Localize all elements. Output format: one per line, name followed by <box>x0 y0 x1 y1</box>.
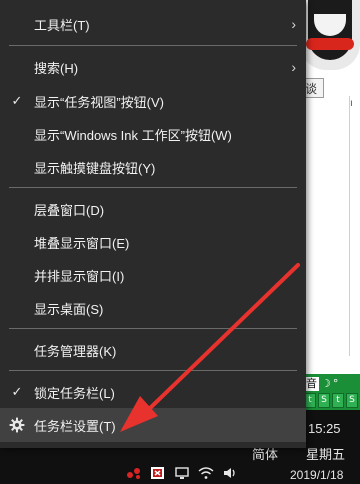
menu-separator <box>9 328 297 329</box>
menu-item-stack-windows[interactable]: 堆叠显示窗口(E) <box>0 225 306 259</box>
clock-time[interactable]: 15:25 <box>308 421 341 436</box>
penguin-scarf <box>306 38 354 50</box>
checkmark-icon: ✓ <box>11 384 23 399</box>
clock-date[interactable]: 2019/1/18 <box>290 468 343 482</box>
menu-item-label: 任务栏设置(T) <box>34 418 116 434</box>
menu-item-label: 显示“任务视图”按钮(V) <box>34 94 164 110</box>
display-icon[interactable] <box>174 466 190 480</box>
menu-item-label: 工具栏(T) <box>34 17 90 33</box>
ime-cell-moon[interactable]: ☽ <box>321 377 331 390</box>
menu-separator <box>9 45 297 46</box>
ime-cell-sound[interactable]: 音 <box>304 376 319 391</box>
gear-icon <box>9 417 25 433</box>
menu-item-toolbars[interactable]: 工具栏(T) › <box>0 7 306 41</box>
qq-penguin-avatar[interactable] <box>300 0 360 70</box>
menu-item-taskbar-settings[interactable]: 任务栏设置(T) <box>0 408 306 442</box>
submenu-arrow-icon: › <box>291 16 296 32</box>
menu-item-cascade-windows[interactable]: 层叠窗口(D) <box>0 192 306 226</box>
menu-item-label: 搜索(H) <box>34 60 79 76</box>
menu-item-show-desktop[interactable]: 显示桌面(S) <box>0 291 306 325</box>
menu-item-label: 锁定任务栏(L) <box>34 385 115 401</box>
menu-item-label: 任务管理器(K) <box>34 343 117 359</box>
ime-cell-dot[interactable]: ° <box>333 377 339 390</box>
menu-item-search[interactable]: 搜索(H) › <box>0 50 306 84</box>
menu-item-show-task-view[interactable]: ✓ 显示“任务视图”按钮(V) <box>0 84 306 118</box>
menu-item-label: 显示触摸键盘按钮(Y) <box>34 160 156 176</box>
ime-icon-s2[interactable]: S <box>346 393 358 408</box>
network-cluster-icon[interactable] <box>126 466 142 480</box>
menu-item-label: 并排显示窗口(I) <box>34 268 125 284</box>
taskbar-context-menu: 工具栏(T) › 搜索(H) › ✓ 显示“任务视图”按钮(V) 显示“Wind… <box>0 0 306 448</box>
checkmark-icon: ✓ <box>11 93 23 108</box>
ime-toolbar-top: 音 ☽ ° <box>304 376 358 391</box>
ime-icon-row: t S t S <box>304 393 358 408</box>
wifi-icon[interactable] <box>198 466 214 480</box>
ime-icon-s1[interactable]: S <box>318 393 330 408</box>
ime-icon-t2[interactable]: t <box>332 393 344 408</box>
menu-item-task-manager[interactable]: 任务管理器(K) <box>0 333 306 367</box>
ime-toolbar[interactable]: 音 ☽ ° t S t S <box>302 374 360 410</box>
clock-weekday[interactable]: 星期五 <box>306 444 345 463</box>
menu-separator <box>9 370 297 371</box>
menu-item-side-by-side[interactable]: 并排显示窗口(I) <box>0 258 306 292</box>
window-edge <box>349 96 350 356</box>
volume-icon[interactable] <box>222 466 238 480</box>
menu-item-label: 显示“Windows Ink 工作区”按钮(W) <box>34 127 232 143</box>
side-glyph: ı <box>350 98 353 109</box>
menu-item-label: 层叠窗口(D) <box>34 202 105 218</box>
menu-item-show-touch-keyboard[interactable]: 显示触摸键盘按钮(Y) <box>0 150 306 184</box>
menu-item-lock-taskbar[interactable]: ✓ 锁定任务栏(L) <box>0 375 306 409</box>
menu-item-label: 显示桌面(S) <box>34 301 104 317</box>
menu-separator <box>9 187 297 188</box>
system-tray <box>126 464 238 482</box>
submenu-arrow-icon: › <box>291 59 296 75</box>
antivirus-icon[interactable] <box>150 466 166 480</box>
menu-item-show-windows-ink[interactable]: 显示“Windows Ink 工作区”按钮(W) <box>0 117 306 151</box>
menu-item-label: 堆叠显示窗口(E) <box>34 235 130 251</box>
